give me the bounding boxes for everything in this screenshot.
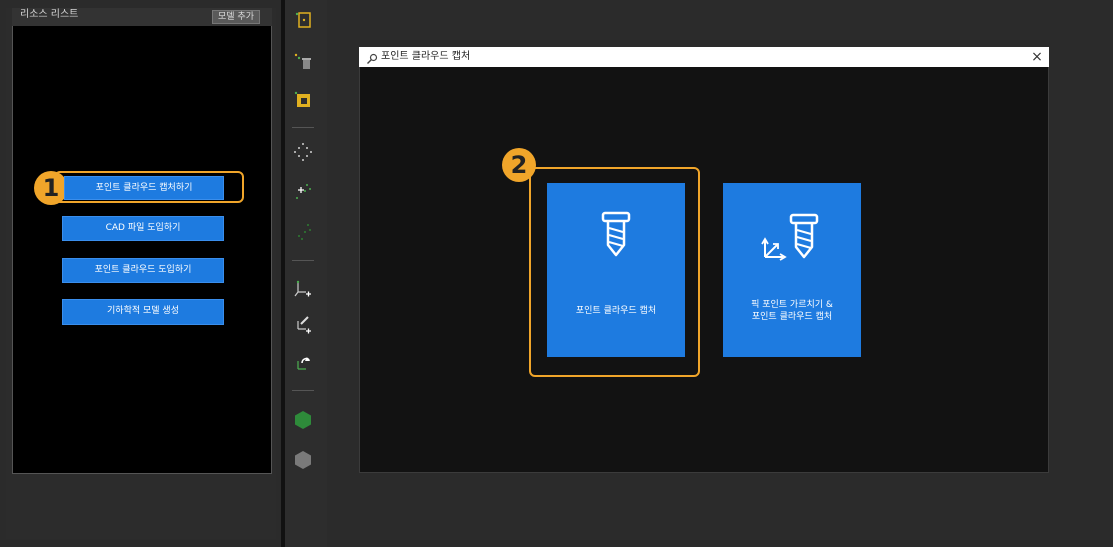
resource-list-title: 리소스 리스트 [20,9,79,20]
rotate-pick-point-icon[interactable] [293,353,313,373]
delete-model-icon[interactable] [293,52,313,72]
edit-pick-point-icon[interactable] [293,315,313,335]
capture-point-cloud-card[interactable]: 포인트 클라우드 캡처 [547,183,685,357]
toolbar-separator [292,127,314,128]
point-cloud-icon[interactable] [293,142,313,162]
add-model-icon[interactable] [293,10,313,30]
axes-screw-icon [761,213,819,261]
green-cube-icon[interactable] [293,410,313,430]
model-settings-icon[interactable] [293,90,313,110]
resource-list-panel [12,8,272,474]
teach-pick-point-card[interactable]: 픽 포인트 가르치기 & 포인트 클라우드 캡처 [723,183,861,357]
import-point-cloud-button[interactable]: 포인트 클라우드 도입하기 [62,258,224,283]
add-model-button[interactable]: 모델 추가 [212,10,260,24]
app-window: 리소스 리스트 모델 추가 1 포인트 클라우드 캡처하기 CAD 파일 도입하… [0,0,1113,547]
generate-geometric-model-button[interactable]: 기하학적 모델 생성 [62,299,224,325]
close-button[interactable]: × [1029,48,1045,66]
capture-point-cloud-card-label: 포인트 클라우드 캡처 [575,306,657,316]
toolbar-separator [292,260,314,261]
import-cad-file-button[interactable]: CAD 파일 도입하기 [62,216,224,241]
search-icon [366,50,378,64]
dialog-title: 포인트 클라우드 캡처 [381,51,471,62]
gray-cube-icon[interactable] [293,450,313,470]
teach-pick-point-card-label-line1: 픽 포인트 가르치기 & [751,300,833,310]
add-pick-point-icon[interactable] [293,278,313,298]
step-badge-1: 1 [34,171,68,205]
add-points-icon[interactable] [293,182,313,202]
capture-point-cloud-button[interactable]: 포인트 클라우드 캡처하기 [64,176,224,200]
teach-pick-point-card-label-line2: 포인트 클라우드 캡처 [751,312,833,322]
remove-points-icon[interactable] [293,222,313,242]
step-badge-2: 2 [502,148,536,182]
capture-point-cloud-dialog [359,47,1049,473]
toolbar-separator [292,390,314,391]
screw-icon [601,211,631,257]
